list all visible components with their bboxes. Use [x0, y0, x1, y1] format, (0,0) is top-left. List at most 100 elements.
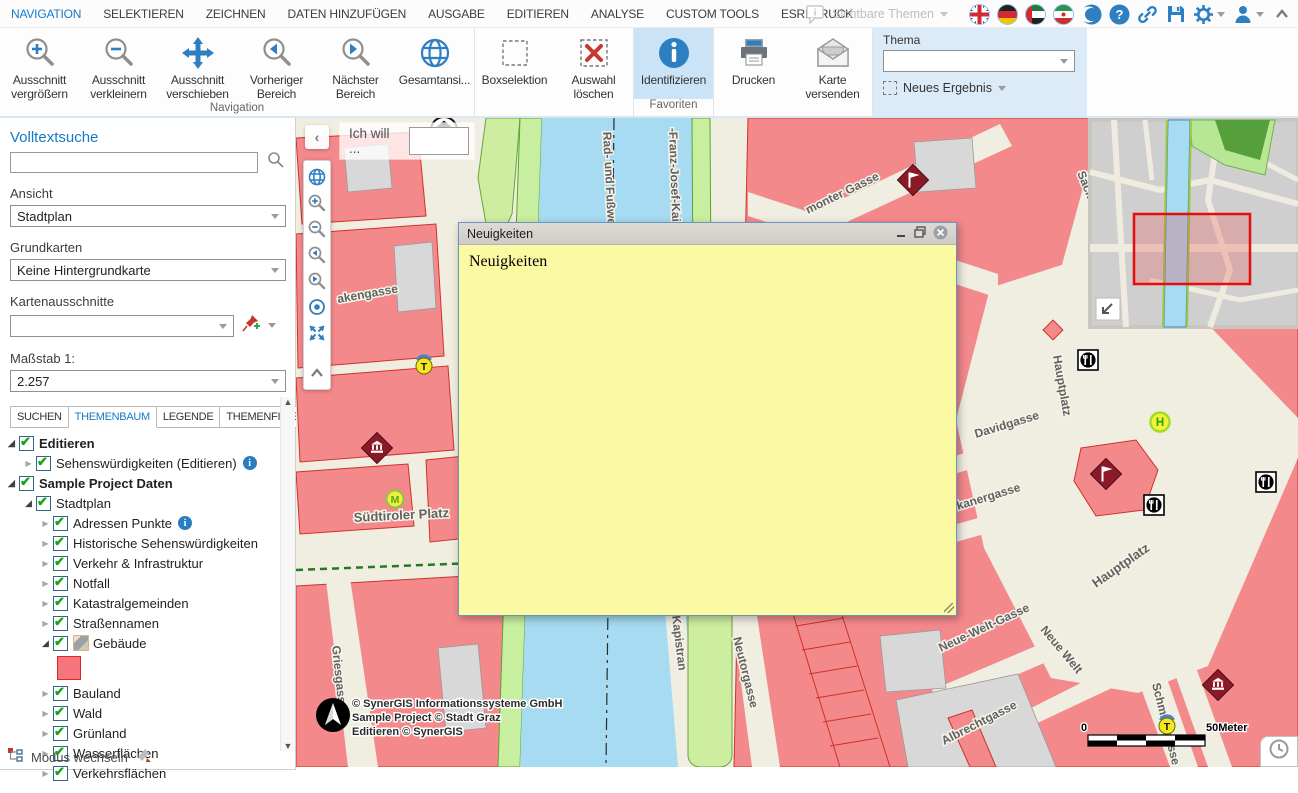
menu-tab-analyse[interactable]: ANALYSE — [580, 0, 655, 28]
contrast-moon-icon[interactable] — [1081, 4, 1102, 25]
tree-item-sample-project-daten[interactable]: ◢✔ Sample Project Daten — [4, 473, 295, 493]
layer-checkbox[interactable]: ✔ — [36, 496, 51, 511]
map-tool-chevron-up[interactable] — [305, 360, 329, 386]
language-ir-flag-icon[interactable] — [1053, 4, 1074, 25]
ribbon-button-ausschnitt-verkleinern[interactable]: Ausschnitt verkleinern — [79, 28, 158, 102]
map-viewport[interactable]: Rad- und Fußweg-Franz-Josef-Kaimonter Ga… — [296, 118, 1298, 767]
map-tool-next-extent-tool[interactable] — [305, 268, 329, 294]
expand-node-icon[interactable]: ▶ — [38, 579, 53, 588]
layer-checkbox[interactable]: ✔ — [53, 576, 68, 591]
tree-item-label[interactable]: Straßennamen — [73, 616, 159, 631]
kartenausschnitte-select[interactable] — [10, 315, 234, 337]
ich-will-search[interactable]: Ich will ... — [340, 123, 474, 159]
tree-item-label[interactable]: Stadtplan — [56, 496, 111, 511]
language-ae-flag-icon[interactable] — [1025, 4, 1046, 25]
menu-tab-ausgabe[interactable]: AUSGABE — [417, 0, 496, 28]
menu-tab-selektieren[interactable]: SELEKTIEREN — [92, 0, 195, 28]
map-marker-stop-H[interactable]: H — [1151, 413, 1170, 432]
language-en-flag-icon[interactable] — [969, 4, 990, 25]
collapse-ribbon-button[interactable] — [1271, 4, 1292, 25]
tree-item-label[interactable]: Verkehrsflächen — [73, 766, 166, 781]
layer-checkbox[interactable]: ✔ — [53, 766, 68, 781]
tree-item-historische-sehenswürdigkeiten[interactable]: ▶✔Historische Sehenswürdigkeiten — [4, 533, 295, 553]
tree-item-grünland[interactable]: ▶✔Grünland — [4, 723, 295, 743]
layer-checkbox[interactable]: ✔ — [53, 616, 68, 631]
ribbon-button-gesamtansi-[interactable]: Gesamtansi... — [395, 28, 474, 102]
minimize-icon[interactable] — [896, 227, 907, 241]
tree-item-label[interactable]: Verkehr & Infrastruktur — [73, 556, 203, 571]
layer-checkbox[interactable]: ✔ — [53, 556, 68, 571]
neues-ergebnis-button[interactable]: Neues Ergebnis — [883, 81, 1077, 95]
tree-item-stadtplan[interactable]: ◢✔ Stadtplan — [4, 493, 295, 513]
menu-tab-zeichnen[interactable]: ZEICHNEN — [195, 0, 277, 28]
expand-node-icon[interactable]: ▶ — [21, 459, 36, 468]
tree-item-label[interactable]: Sample Project Daten — [39, 476, 173, 491]
north-compass-icon[interactable] — [316, 698, 350, 732]
user-menu[interactable] — [1232, 4, 1264, 25]
layer-checkbox[interactable]: ✔ — [19, 436, 34, 451]
map-marker-stop-T[interactable]: T — [416, 356, 432, 374]
collapse-node-icon[interactable]: ◢ — [21, 498, 36, 509]
tree-item-label[interactable]: Sehenswürdigkeiten (Editieren) — [56, 456, 237, 471]
layer-checkbox[interactable]: ✔ — [53, 706, 68, 721]
settings-menu[interactable] — [1193, 4, 1225, 25]
layer-info-icon[interactable]: i — [178, 516, 192, 530]
tree-item-wald[interactable]: ▶✔ Wald — [4, 703, 295, 723]
window-title-bar[interactable]: Neuigkeiten — [459, 223, 956, 245]
layer-checkbox[interactable]: ✔ — [36, 456, 51, 471]
layer-checkbox[interactable]: ✔ — [53, 596, 68, 611]
tree-item-label[interactable]: Editieren — [39, 436, 95, 451]
search-input[interactable] — [10, 152, 258, 173]
map-marker-stop-M[interactable]: M — [387, 491, 404, 508]
tab-themenbaum[interactable]: THEMENBAUM — [69, 406, 157, 428]
expand-node-icon[interactable]: ▶ — [38, 689, 53, 698]
tree-item-label[interactable]: Wald — [73, 706, 102, 721]
tree-item-notfall[interactable]: ▶✔Notfall — [4, 573, 295, 593]
tree-item-gebäude[interactable]: ◢✔Gebäude — [4, 633, 295, 653]
ribbon-button-ausschnitt-vergrößern[interactable]: Ausschnitt vergrößern — [0, 28, 79, 102]
save-icon[interactable] — [1165, 4, 1186, 25]
menu-tab-daten-hinzuf-gen[interactable]: DATEN HINZUFÜGEN — [276, 0, 417, 28]
tree-item-verkehrsflächen[interactable]: ▶✔ Verkehrsflächen — [4, 763, 295, 783]
ribbon-button-nächster-bereich[interactable]: Nächster Bereich — [316, 28, 395, 102]
tree-item-straßennamen[interactable]: ▶✔ Straßennamen — [4, 613, 295, 633]
tree-item-katastralgemeinden[interactable]: ▶✔Katastralgemeinden — [4, 593, 295, 613]
map-tool-point-select-tool[interactable] — [305, 294, 329, 320]
layer-checkbox[interactable]: ✔ — [53, 686, 68, 701]
language-de-flag-icon[interactable] — [997, 4, 1018, 25]
collapse-node-icon[interactable]: ◢ — [38, 638, 53, 649]
tree-item-verkehr-infrastruktur[interactable]: ▶✔Verkehr & Infrastruktur — [4, 553, 295, 573]
tree-item-sehenswürdigkeiten-editieren-[interactable]: ▶✔Sehenswürdigkeiten (Editieren)i — [4, 453, 295, 473]
scroll-up-icon[interactable]: ▲ — [284, 397, 293, 407]
tree-item-bauland[interactable]: ▶✔Bauland — [4, 683, 295, 703]
link-icon[interactable] — [1137, 4, 1158, 25]
tab-suchen[interactable]: SUCHEN — [10, 406, 69, 428]
map-marker-stop-T[interactable]: T — [1159, 716, 1175, 734]
close-icon[interactable] — [933, 225, 948, 243]
collapse-node-icon[interactable]: ◢ — [4, 478, 19, 489]
ribbon-button-boxselektion[interactable]: Boxselektion — [475, 28, 554, 102]
expand-node-icon[interactable]: ▶ — [38, 539, 53, 548]
layer-checkbox[interactable]: ✔ — [19, 476, 34, 491]
map-tool-zoom-in-tool[interactable] — [305, 190, 329, 216]
time-slider-button[interactable] — [1260, 736, 1298, 767]
layer-checkbox[interactable]: ✔ — [53, 516, 68, 531]
menu-tab-custom-tools[interactable]: CUSTOM TOOLS — [655, 0, 770, 28]
ribbon-button-karte-versenden[interactable]: Karte versenden — [793, 28, 872, 102]
expand-node-icon[interactable]: ▶ — [38, 709, 53, 718]
ribbon-button-identifizieren[interactable]: Identifizieren — [634, 28, 713, 99]
tree-item-label[interactable]: Katastralgemeinden — [73, 596, 189, 611]
restore-icon[interactable] — [914, 226, 926, 241]
layer-checkbox[interactable]: ✔ — [53, 726, 68, 741]
search-icon[interactable] — [267, 151, 284, 173]
grundkarten-select[interactable]: Keine Hintergrundkarte — [10, 259, 286, 281]
massstab-select[interactable]: 2.257 — [10, 370, 286, 392]
expand-node-icon[interactable]: ▶ — [38, 519, 53, 528]
expand-node-icon[interactable]: ▶ — [38, 769, 53, 778]
thema-select[interactable] — [883, 50, 1075, 72]
neuigkeiten-window[interactable]: Neuigkeiten Neuigkeiten — [458, 222, 957, 616]
expand-node-icon[interactable]: ▶ — [38, 729, 53, 738]
resize-handle[interactable] — [944, 603, 954, 613]
expand-node-icon[interactable]: ▶ — [38, 619, 53, 628]
map-tool-zoom-out-tool[interactable] — [305, 216, 329, 242]
